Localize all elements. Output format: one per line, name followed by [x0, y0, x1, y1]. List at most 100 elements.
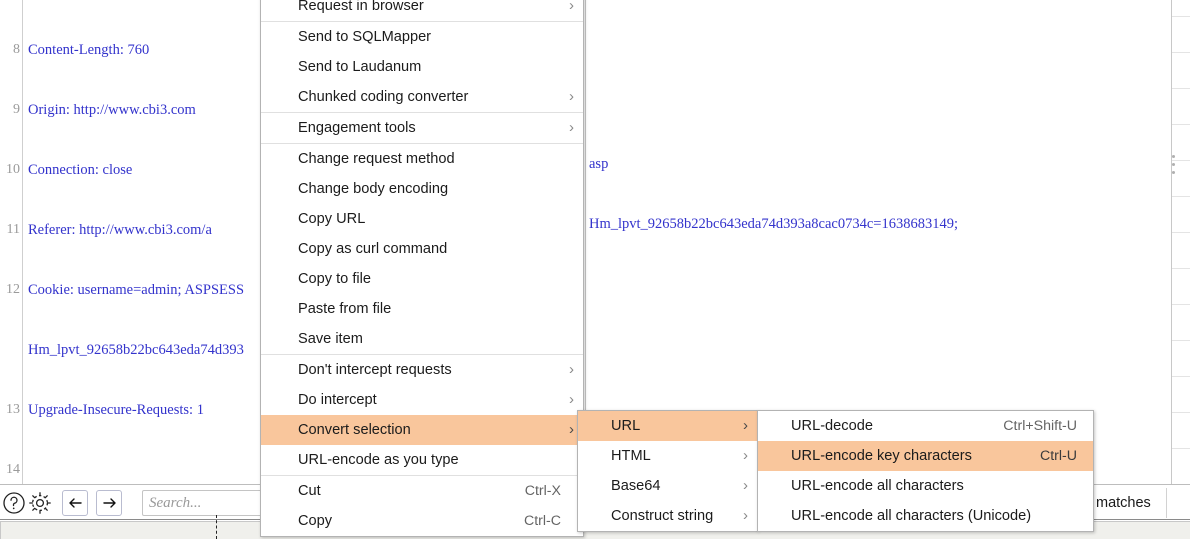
row-rule [1172, 448, 1190, 449]
menu-item-copy-url[interactable]: Copy URL [261, 204, 583, 234]
menu-item-do-intercept[interactable]: Do intercept › [261, 385, 583, 415]
help-icon[interactable] [2, 491, 26, 515]
submenu-item-html[interactable]: HTML › [578, 441, 757, 471]
menu-item-label: Convert selection [298, 422, 411, 438]
menu-item-chunked-coding-converter[interactable]: Chunked coding converter › [261, 82, 583, 112]
menu-item-copy[interactable]: Copy Ctrl-C [261, 506, 583, 536]
row-rule [1172, 196, 1190, 197]
code-token: Hm_lpvt_92658b22bc643eda74d393a8cac0734c… [589, 216, 958, 232]
context-menu[interactable]: Request in browser › Send to SQLMapper S… [260, 0, 584, 537]
code-token: Origin: http://www.cbi3.com [28, 102, 196, 118]
menu-item-request-in-browser[interactable]: Request in browser › [261, 0, 583, 21]
chevron-right-icon: › [743, 477, 748, 494]
submenu-item-url-encode-key-characters[interactable]: URL-encode key characters Ctrl-U [758, 441, 1093, 471]
line-number: 13 [6, 402, 20, 417]
menu-item-label: Copy to file [298, 271, 372, 287]
search-next-button[interactable] [96, 490, 122, 516]
menu-item-shortcut: Ctrl+Shift-U [1003, 418, 1077, 434]
line-number [0, 340, 20, 360]
menu-item-change-request-method[interactable]: Change request method [261, 144, 583, 174]
line-number-gutter: 8 9 10 11 12 13 14 15 [0, 0, 23, 484]
code-token: Upgrade-Insecure-Requests: 1 [28, 402, 204, 418]
submenu-item-url-encode-all-characters-unicode[interactable]: URL-encode all characters (Unicode) [758, 501, 1093, 531]
menu-item-engagement-tools[interactable]: Engagement tools › [261, 113, 583, 143]
menu-item-change-body-encoding[interactable]: Change body encoding [261, 174, 583, 204]
menu-item-label: Chunked coding converter [298, 89, 469, 105]
menu-item-label: Copy [298, 513, 333, 529]
code-token: Connection: close [28, 162, 133, 178]
row-rule [1172, 412, 1190, 413]
drag-dot [1172, 155, 1175, 158]
search-placeholder: Search... [149, 495, 202, 511]
chevron-right-icon: › [743, 447, 748, 464]
menu-item-label: URL [611, 418, 641, 434]
submenu-item-base64[interactable]: Base64 › [578, 471, 757, 501]
matches-count-label: matches [1096, 495, 1151, 511]
chevron-right-icon: › [743, 507, 748, 524]
submenu-item-url-encode-all-characters[interactable]: URL-encode all characters [758, 471, 1093, 501]
code-token: Content-Length: 760 [28, 42, 150, 58]
menu-item-copy-to-file[interactable]: Copy to file [261, 264, 583, 294]
menu-item-save-item[interactable]: Save item [261, 324, 583, 354]
row-rule [1172, 376, 1190, 377]
code-token: Referer: http://www.cbi3.com/a [28, 222, 212, 238]
footer-left-edge [0, 521, 1, 539]
menu-item-label: Change request method [298, 151, 455, 167]
toolbar-separator [1166, 488, 1167, 518]
menu-item-send-to-laudanum[interactable]: Send to Laudanum [261, 52, 583, 82]
request-editor-left-pane[interactable]: 8 9 10 11 12 13 14 15 Content-Length: 76… [0, 0, 277, 484]
gear-icon[interactable] [28, 491, 52, 515]
chevron-right-icon: › [569, 119, 574, 136]
row-rule [1172, 160, 1190, 161]
menu-item-label: Do intercept [298, 392, 377, 408]
drag-dot [1172, 163, 1175, 166]
column-drag-marker[interactable] [216, 515, 217, 539]
chevron-right-icon: › [569, 421, 574, 438]
row-rule [1172, 232, 1190, 233]
code-line: Origin: http://www.cbi3.com [28, 100, 277, 120]
burp-request-editor: 8 9 10 11 12 13 14 15 Content-Length: 76… [0, 0, 1190, 539]
submenu-item-url-decode[interactable]: URL-decode Ctrl+Shift-U [758, 411, 1093, 441]
menu-item-label: Paste from file [298, 301, 392, 317]
line-number: 9 [13, 102, 20, 117]
menu-item-label: URL-encode key characters [791, 448, 972, 464]
search-previous-button[interactable] [62, 490, 88, 516]
code-line: Upgrade-Insecure-Requests: 1 [28, 400, 277, 420]
menu-item-convert-selection[interactable]: Convert selection › [261, 415, 583, 445]
code-line: asp [589, 154, 1172, 174]
menu-item-label: Base64 [611, 478, 661, 494]
menu-item-send-to-sqlmapper[interactable]: Send to SQLMapper [261, 22, 583, 52]
menu-item-cut[interactable]: Cut Ctrl-X [261, 476, 583, 506]
menu-item-label: Change body encoding [298, 181, 449, 197]
menu-item-label: Construct string [611, 508, 714, 524]
url-convert-submenu[interactable]: URL-decode Ctrl+Shift-U URL-encode key c… [757, 410, 1094, 532]
menu-item-dont-intercept-requests[interactable]: Don't intercept requests › [261, 355, 583, 385]
row-rule [1172, 124, 1190, 125]
menu-item-label: Save item [298, 331, 363, 347]
menu-item-label: Don't intercept requests [298, 362, 452, 378]
submenu-item-url[interactable]: URL › [578, 411, 757, 441]
chevron-right-icon: › [569, 361, 574, 378]
convert-selection-submenu[interactable]: URL › HTML › Base64 › Construct string › [577, 410, 758, 532]
menu-item-url-encode-as-you-type[interactable]: URL-encode as you type [261, 445, 583, 475]
row-rule [1172, 268, 1190, 269]
row-rule [1172, 304, 1190, 305]
code-token: Hm_lpvt_92658b22bc643eda74d393 [28, 342, 244, 358]
menu-item-copy-as-curl-command[interactable]: Copy as curl command [261, 234, 583, 264]
line-number: 11 [6, 222, 20, 237]
menu-item-label: Send to SQLMapper [298, 29, 432, 45]
menu-item-paste-from-file[interactable]: Paste from file [261, 294, 583, 324]
menu-item-shortcut: Ctrl-U [1039, 448, 1077, 464]
chevron-right-icon: › [743, 417, 748, 434]
menu-item-label: Cut [298, 483, 321, 499]
menu-item-label: URL-decode [791, 418, 873, 434]
code-line: Cookie: username=admin; ASPSESS [28, 280, 277, 300]
submenu-item-construct-string[interactable]: Construct string › [578, 501, 757, 531]
code-line: Content-Length: 760 [28, 40, 277, 60]
row-rule [1172, 88, 1190, 89]
request-text-left[interactable]: Content-Length: 760 Origin: http://www.c… [24, 0, 277, 484]
menu-item-label: Request in browser [298, 0, 424, 14]
